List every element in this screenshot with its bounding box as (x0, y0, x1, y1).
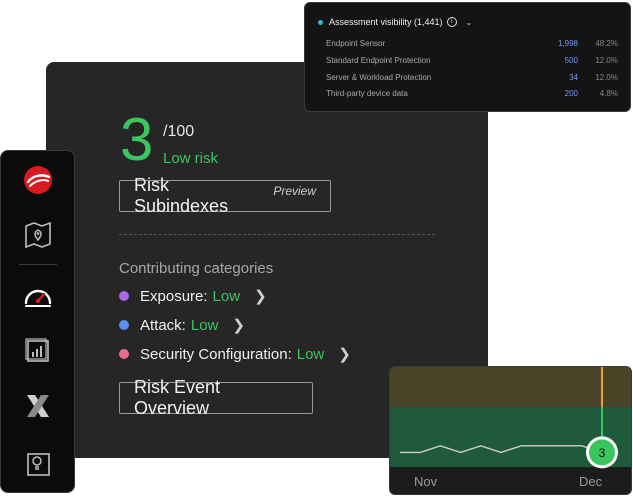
sidebar-nav (0, 150, 75, 493)
category-label: Security Configuration: (140, 345, 292, 363)
info-icon[interactable]: i (446, 17, 457, 27)
app-canvas: 3 /100 Low risk Risk Subindexes Preview … (0, 0, 633, 499)
source-percent: 12.0% (595, 73, 618, 82)
source-percent: 4.8% (599, 89, 618, 98)
source-count[interactable]: 1,998 (558, 39, 578, 48)
section-divider (119, 234, 435, 235)
attack-dot-icon (119, 320, 129, 330)
x-tick-label: Dec (579, 474, 603, 489)
category-exposure[interactable]: Exposure: Low ❯ (119, 286, 267, 306)
report-chart-icon[interactable] (21, 334, 55, 368)
source-count[interactable]: 34 (569, 73, 578, 82)
chevron-right-icon: ❯ (232, 317, 245, 334)
source-name: Standard Endpoint Protection (326, 56, 431, 65)
category-security-configuration[interactable]: Security Configuration: Low ❯ (119, 344, 351, 364)
category-level: Low (296, 345, 325, 363)
map-icon[interactable] (21, 218, 55, 252)
assessment-visibility-header[interactable]: Assessment visibility (1,441) i ⌄ (318, 17, 472, 27)
source-percent: 48.2% (595, 39, 618, 48)
category-level: Low (212, 287, 241, 305)
source-name: Third-party device data (326, 89, 408, 98)
risk-event-overview-button[interactable]: Risk Event Overview (119, 377, 313, 418)
preview-tag: Preview (273, 184, 316, 198)
chevron-down-icon[interactable]: ⌄ (466, 18, 473, 27)
risk-event-overview-label: Risk Event Overview (134, 377, 221, 418)
risk-score-max: /100 (163, 123, 195, 140)
assessment-visibility-title: Assessment visibility (1,441) (329, 17, 443, 27)
trend-micro-logo-icon[interactable] (21, 163, 55, 197)
exposure-dot-icon (119, 291, 129, 301)
risk-score: 3 (120, 106, 154, 173)
source-count[interactable]: 500 (565, 56, 578, 65)
assessment-visibility-panel: Assessment visibility (1,441) i ⌄ Endpoi… (304, 2, 631, 112)
speedometer-icon[interactable] (21, 279, 55, 313)
source-name: Server & Workload Protection (326, 73, 432, 82)
table-row: Third-party device data 200 4.8% (326, 89, 618, 101)
source-percent: 12.0% (595, 56, 618, 65)
risk-subindexes-label: Risk Subindexes (134, 175, 229, 216)
source-count[interactable]: 200 (565, 89, 578, 98)
table-row: Standard Endpoint Protection 500 12.0% (326, 56, 618, 68)
risk-subindexes-button[interactable]: Risk Subindexes Preview (119, 175, 331, 216)
risk-level-label: Low risk (163, 150, 219, 167)
category-label: Attack: (140, 316, 186, 334)
sidebar-divider (19, 264, 57, 265)
chevron-right-icon: ❯ (254, 288, 267, 305)
category-level: Low (190, 316, 219, 334)
category-label: Exposure: (140, 287, 208, 305)
status-dot-icon (318, 19, 323, 25)
x-tick-label: Nov (414, 474, 438, 489)
chevron-right-icon: ❯ (338, 346, 351, 363)
security-configuration-dot-icon (119, 349, 129, 359)
risk-trend-chart: 3 Nov Dec (389, 366, 632, 495)
table-row: Endpoint Sensor 1,998 48.2% (326, 39, 618, 51)
x-logo-icon[interactable] (21, 389, 55, 423)
contributing-categories-heading: Contributing categories (119, 260, 274, 277)
mid-risk-band (390, 367, 631, 407)
category-attack[interactable]: Attack: Low ❯ (119, 315, 245, 335)
current-value-label: 3 (599, 446, 606, 460)
source-name: Endpoint Sensor (326, 39, 386, 48)
table-row: Server & Workload Protection 34 12.0% (326, 73, 618, 85)
bulb-document-icon[interactable] (21, 447, 55, 481)
